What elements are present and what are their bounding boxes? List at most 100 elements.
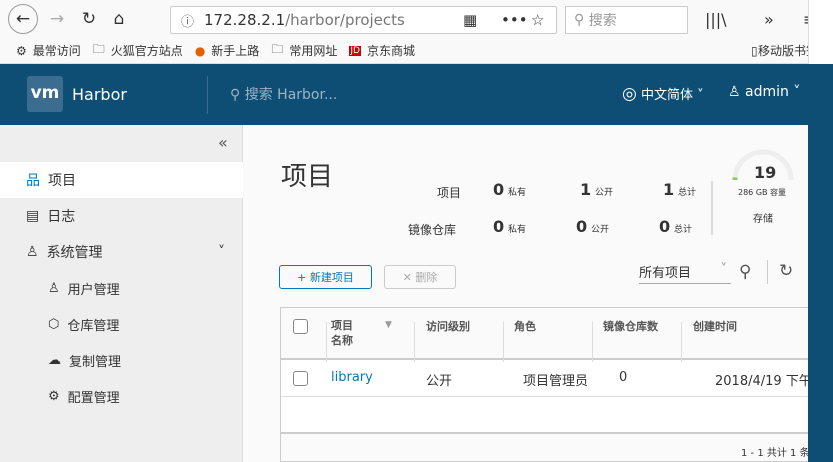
firefox-icon: ● — [194, 43, 206, 58]
search-placeholder: 搜索 — [588, 13, 617, 29]
storage-value: 19 — [754, 163, 777, 182]
bookmarks-bar: ⚙ 最常访问 🗀 火狐官方站点 ● 新手上路 🗀 常用网址 JD 京东商城 ▯ 移动版书签 — [0, 38, 833, 64]
stat-unit: 私有 — [507, 188, 526, 198]
qr-icon[interactable]: ▦ — [463, 11, 477, 29]
sidebar-label: 日志 — [47, 209, 76, 225]
column-header-name[interactable]: 项目名称 — [331, 318, 363, 348]
stat-unit: 总计 — [673, 225, 692, 235]
stat-value: 0 — [659, 217, 671, 236]
jd-icon: JD — [349, 45, 361, 56]
url-path: /harbor/projects — [285, 11, 405, 29]
library-icon[interactable]: |||\ — [705, 10, 727, 29]
forward-button[interactable]: → — [44, 6, 70, 32]
background-window — [808, 64, 833, 462]
stat-value: 0 — [493, 217, 505, 236]
close-icon: ✕ — [402, 270, 416, 284]
user-dropdown[interactable]: ♙ admin ˅ — [728, 84, 800, 100]
more-icon[interactable]: ••• — [501, 11, 528, 29]
users-icon: ♙ — [48, 280, 60, 296]
bookmark[interactable]: 火狐官方站点 — [111, 42, 183, 59]
sidebar-subitem-config[interactable]: ⚙ 配置管理 — [0, 378, 120, 414]
language-dropdown[interactable]: ◎ 中文简体 ˅ — [622, 84, 704, 104]
admin-icon: ♙ — [26, 244, 39, 260]
sidebar-item-projects[interactable]: 品项目 — [0, 162, 243, 198]
creation-time: 2018/4/19 下午2 — [715, 374, 808, 389]
star-icon[interactable]: ☆ — [531, 11, 544, 29]
sidebar-subitem-replication[interactable]: ☁ 复制管理 — [0, 342, 121, 378]
project-filter-select[interactable]: 所有项目 ˅ — [639, 262, 731, 284]
column-header-access[interactable]: 访问级别 — [426, 318, 470, 334]
access-level: 公开 — [426, 374, 453, 389]
search-icon: ⚲ — [230, 87, 245, 103]
sidebar-label: 系统管理 — [46, 245, 103, 261]
repo-count: 0 — [619, 370, 628, 385]
pagination-info: 1 - 1 共计 1 条记 — [741, 448, 808, 459]
stat-value: 1 — [580, 180, 592, 199]
stat-value: 1 — [663, 180, 675, 199]
language-label: 中文简体 — [640, 88, 693, 103]
reload-button[interactable]: ↻ — [76, 6, 102, 32]
home-button[interactable]: ⌂ — [106, 6, 132, 32]
page-title: 项目 — [281, 162, 334, 192]
stat-unit: 公开 — [590, 225, 609, 235]
column-header-role[interactable]: 角色 — [514, 318, 536, 334]
sidebar-label: 项目 — [48, 173, 76, 189]
url-host: 172.28.2.1 — [204, 11, 286, 29]
overflow-icon[interactable]: » — [764, 10, 774, 29]
user-name: admin — [745, 84, 789, 100]
filter-value: 所有项目 — [639, 266, 692, 281]
project-name-link[interactable]: library — [331, 370, 373, 385]
stat-label: 项目 — [437, 186, 462, 200]
column-header-created[interactable]: 创建时间 — [693, 318, 737, 334]
bookmark[interactable]: 京东商城 — [367, 42, 415, 59]
global-search[interactable]: ⚲ 搜索 Harbor... — [230, 84, 337, 104]
stat-value: 0 — [493, 180, 505, 199]
delete-label: 删除 — [415, 271, 438, 284]
collapse-icon[interactable]: « — [218, 133, 228, 152]
stat-unit: 私有 — [507, 225, 526, 235]
user-icon: ♙ — [728, 84, 741, 100]
info-icon: ⓘ — [181, 14, 195, 30]
mobile-icon: ▯ — [751, 43, 758, 58]
row-checkbox[interactable] — [293, 371, 308, 386]
bookmark[interactable]: 最常访问 — [33, 42, 81, 59]
sidebar-subitem-registries[interactable]: ⬡ 仓库管理 — [0, 306, 119, 342]
bookmark[interactable]: 新手上路 — [211, 42, 259, 59]
stat-value: 0 — [576, 217, 588, 236]
stat-label: 镜像仓库 — [408, 223, 457, 237]
delete-button[interactable]: ✕ 删除 — [384, 265, 456, 289]
new-project-button[interactable]: + 新建项目 — [279, 265, 372, 289]
sidebar-label: 复制管理 — [69, 354, 122, 370]
column-header-repos[interactable]: 镜像仓库数 — [603, 318, 658, 334]
folder-icon: 🗀 — [92, 42, 105, 56]
sidebar-subitem-users[interactable]: ♙ 用户管理 — [0, 270, 120, 306]
sidebar-item-logs[interactable]: ▤ 日志 — [0, 198, 75, 234]
search-icon[interactable]: ⚲ — [739, 262, 751, 282]
filter-icon[interactable]: ▼ — [385, 320, 392, 330]
new-project-label: 新建项目 — [309, 271, 354, 284]
url-bar[interactable]: ⓘ 172.28.2.1/harbor/projects ▦ ••• ☆ — [170, 6, 557, 34]
bookmark[interactable]: 常用网址 — [289, 42, 337, 59]
plus-icon: + — [297, 270, 310, 284]
projects-table: 项目名称 ▼ 访问级别 角色 镜像仓库数 创建时间 library 公开 项目管… — [280, 307, 808, 462]
storage-label: 存储 — [753, 214, 773, 225]
log-icon: ▤ — [26, 208, 40, 224]
projects-icon: 品 — [26, 173, 40, 189]
folder-icon: 🗀 — [271, 42, 284, 56]
app-header: vm Harbor ⚲ 搜索 Harbor... ◎ 中文简体 ˅ ♙ admi… — [0, 64, 808, 125]
vmware-logo: vm — [27, 76, 63, 112]
chevron-down-icon: ˅ — [218, 244, 225, 260]
sidebar-label: 配置管理 — [67, 390, 120, 406]
brand-name[interactable]: Harbor — [72, 85, 127, 104]
browser-search[interactable]: ⚲ 搜索 — [565, 6, 688, 34]
role: 项目管理员 — [523, 374, 589, 389]
select-all-checkbox[interactable] — [293, 319, 308, 334]
back-button[interactable]: ← — [8, 4, 38, 34]
stat-unit: 公开 — [594, 188, 613, 198]
search-placeholder: 搜索 Harbor... — [244, 87, 338, 103]
gear-icon: ⚙ — [48, 388, 60, 404]
refresh-icon[interactable]: ↻ — [779, 261, 793, 281]
globe-icon: ◎ — [622, 84, 637, 104]
sidebar-item-admin[interactable]: ♙ 系统管理 ˅ — [0, 234, 243, 270]
chevron-down-icon: ˅ — [720, 262, 728, 277]
